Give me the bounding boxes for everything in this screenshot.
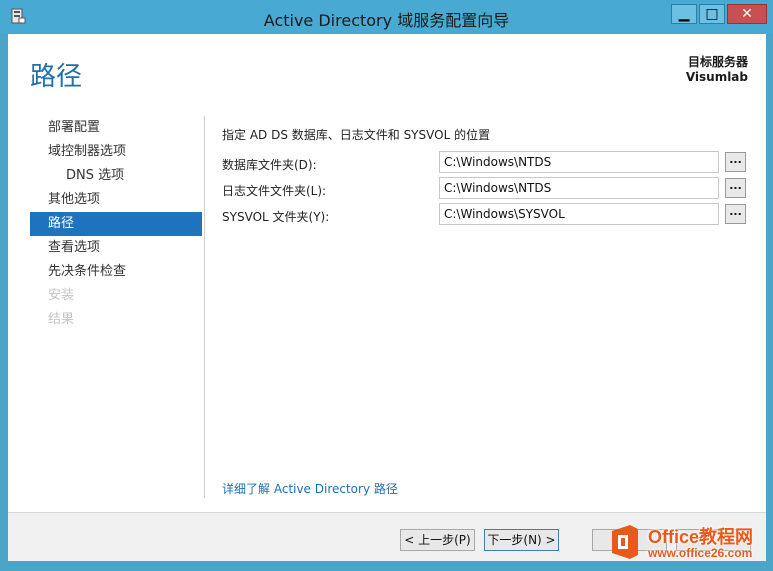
sysvol-folder-label: SYSVOL 文件夹(Y): <box>222 210 330 224</box>
nav-divider <box>204 116 205 498</box>
window-title: Active Directory 域服务配置向导 <box>263 11 510 30</box>
wizard-window: Active Directory 域服务配置向导 ▁ □ ✕ 路径 目标服务器 … <box>0 0 773 571</box>
target-server-caption: 目标服务器 <box>687 55 748 69</box>
database-folder-label: 数据库文件夹(D): <box>222 158 317 172</box>
nav-item-paths[interactable]: 路径 <box>30 212 202 236</box>
office-logo-icon <box>612 525 638 559</box>
log-folder-label: 日志文件文件夹(L): <box>222 184 327 198</box>
title-bar[interactable]: Active Directory 域服务配置向导 ▁ □ ✕ <box>0 0 773 34</box>
nav-item-prereq[interactable]: 先决条件检查 <box>30 260 202 284</box>
target-server-info: 目标服务器 Visumlab <box>686 55 748 85</box>
wizard-content: 路径 目标服务器 Visumlab 部署配置 域控制器选项 DNS 选项 其他选… <box>8 34 766 561</box>
nav-item-install: 安装 <box>48 288 75 303</box>
previous-button[interactable]: < 上一步(P) <box>400 529 475 551</box>
nav-item-dns-options[interactable]: DNS 选项 <box>30 164 202 188</box>
nav-item-additional-options[interactable]: 其他选项 <box>30 188 202 212</box>
minimize-button[interactable]: ▁ <box>671 4 697 24</box>
nav-item-deployment[interactable]: 部署配置 <box>30 116 202 140</box>
paths-panel: 指定 AD DS 数据库、日志文件和 SYSVOL 的位置 数据库文件夹(D):… <box>222 116 752 512</box>
wizard-body: 部署配置 域控制器选项 DNS 选项 其他选项 路径 查看选项 先决条件检查 安… <box>8 116 766 512</box>
watermark-url: www.office26.com <box>648 546 753 560</box>
log-folder-input[interactable] <box>439 177 719 199</box>
wizard-header: 路径 目标服务器 Visumlab <box>8 34 766 116</box>
target-server-name: Visumlab <box>685 70 748 84</box>
nav-item-review[interactable]: 查看选项 <box>30 236 202 260</box>
next-button[interactable]: 下一步(N) > <box>484 529 559 551</box>
database-browse-button[interactable]: ... <box>725 152 746 172</box>
watermark-logo: Office教程网 www.office26.com <box>604 521 770 566</box>
page-title: 路径 <box>30 62 83 92</box>
database-folder-input[interactable] <box>439 151 719 173</box>
close-button[interactable]: ✕ <box>727 4 767 24</box>
sysvol-folder-input[interactable] <box>439 203 719 225</box>
log-browse-button[interactable]: ... <box>725 178 746 198</box>
nav-item-dc-options[interactable]: 域控制器选项 <box>30 140 202 164</box>
sysvol-browse-button[interactable]: ... <box>725 204 746 224</box>
instruction-text: 指定 AD DS 数据库、日志文件和 SYSVOL 的位置 <box>222 128 491 142</box>
maximize-button[interactable]: □ <box>699 4 725 24</box>
nav-item-results: 结果 <box>48 312 75 327</box>
learn-more-link[interactable]: 详细了解 Active Directory 路径 <box>222 480 398 497</box>
